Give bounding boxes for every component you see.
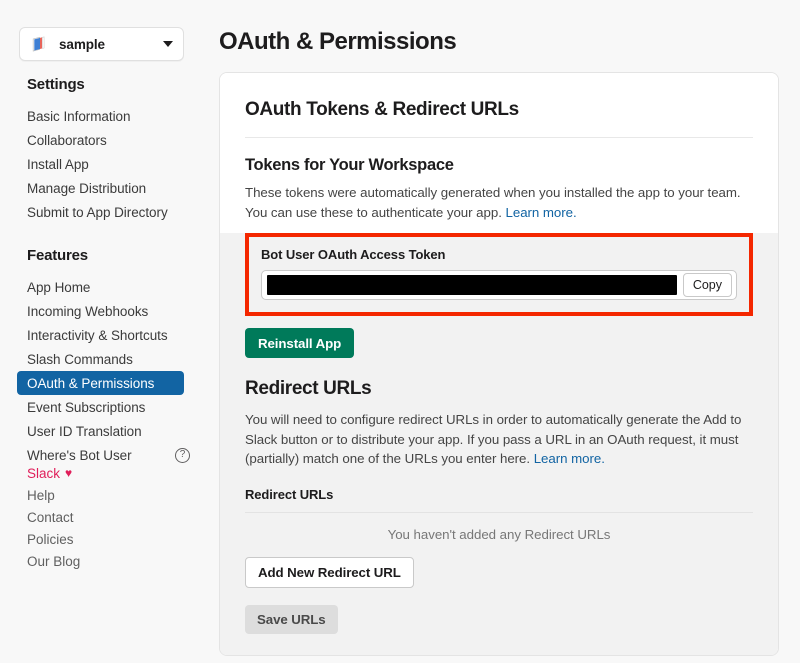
- bot-token-field-row: Copy: [261, 270, 737, 300]
- card-title: OAuth Tokens & Redirect URLs: [245, 99, 519, 120]
- sidebar-item-user-id-translation[interactable]: User ID Translation: [0, 419, 200, 443]
- footer-link-policies[interactable]: Policies: [0, 528, 200, 550]
- redirect-learn-more-link[interactable]: Learn more.: [534, 451, 605, 466]
- sidebar-group-features: App Home Incoming Webhooks Interactivity…: [0, 275, 200, 467]
- sidebar: sample Settings Basic Information Collab…: [0, 0, 200, 663]
- card-upper-section: OAuth Tokens & Redirect URLs Tokens for …: [220, 73, 778, 222]
- tokens-description-line2: You can use these to authenticate your a…: [245, 204, 506, 220]
- question-mark-circle-icon[interactable]: ?: [175, 447, 190, 463]
- sidebar-heading-settings: Settings: [27, 76, 85, 93]
- sidebar-item-label: Submit to App Directory: [27, 204, 168, 220]
- sidebar-item-slash-commands[interactable]: Slash Commands: [0, 347, 200, 371]
- sidebar-item-label: User ID Translation: [27, 423, 142, 439]
- save-urls-row: Save URLs: [245, 604, 753, 634]
- redirect-description-text: You will need to configure redirect URLs…: [245, 412, 742, 466]
- tokens-heading: Tokens for Your Workspace: [245, 156, 454, 174]
- footer-link-contact[interactable]: Contact: [0, 506, 200, 528]
- sidebar-item-event-subscriptions[interactable]: Event Subscriptions: [0, 395, 200, 419]
- sidebar-item-install-app[interactable]: Install App: [0, 152, 200, 176]
- sidebar-footer: Slack ♥ Help Contact Policies Our Blog: [0, 462, 200, 572]
- redirect-urls-description: You will need to configure redirect URLs…: [245, 410, 753, 469]
- sidebar-group-settings: Basic Information Collaborators Install …: [0, 104, 200, 224]
- page-title: OAuth & Permissions: [219, 28, 457, 55]
- footer-link-help[interactable]: Help: [0, 484, 200, 506]
- copy-token-button[interactable]: Copy: [682, 273, 732, 297]
- sidebar-heading-features: Features: [27, 247, 88, 264]
- footer-link-label: Contact: [27, 509, 74, 525]
- sidebar-item-label: Slash Commands: [27, 351, 133, 367]
- sidebar-item-oauth-permissions[interactable]: OAuth & Permissions: [17, 371, 184, 395]
- redirect-urls-heading: Redirect URLs: [245, 378, 372, 399]
- save-urls-button[interactable]: Save URLs: [245, 604, 338, 634]
- workspace-name: sample: [59, 36, 105, 52]
- add-new-redirect-url-button[interactable]: Add New Redirect URL: [245, 556, 414, 588]
- sidebar-item-label: Collaborators: [27, 132, 107, 148]
- sidebar-item-collaborators[interactable]: Collaborators: [0, 128, 200, 152]
- card-lower-section: Bot User OAuth Access Token Copy Reinsta…: [220, 233, 778, 655]
- sidebar-item-label: OAuth & Permissions: [27, 375, 155, 391]
- footer-link-label: Policies: [27, 531, 74, 547]
- sidebar-item-label: Event Subscriptions: [27, 399, 146, 415]
- sidebar-item-interactivity-shortcuts[interactable]: Interactivity & Shortcuts: [0, 323, 200, 347]
- footer-link-label: Help: [27, 487, 55, 503]
- add-redirect-url-row: Add New Redirect URL: [245, 556, 753, 588]
- sidebar-item-label: Where's Bot User: [27, 447, 132, 463]
- bot-token-label: Bot User OAuth Access Token: [261, 247, 446, 262]
- oauth-card: OAuth Tokens & Redirect URLs Tokens for …: [219, 72, 779, 656]
- sidebar-item-label: Manage Distribution: [27, 180, 147, 196]
- app-root: sample Settings Basic Information Collab…: [0, 0, 800, 663]
- bot-token-input[interactable]: [267, 275, 677, 295]
- token-highlight-box: Bot User OAuth Access Token Copy: [245, 233, 753, 316]
- sidebar-item-label: Incoming Webhooks: [27, 303, 149, 319]
- sidebar-item-app-home[interactable]: App Home: [0, 275, 200, 299]
- footer-link-label: Our Blog: [27, 553, 81, 569]
- heart-icon: ♥: [65, 466, 73, 480]
- workspace-selector[interactable]: sample: [19, 27, 184, 61]
- chevron-down-icon: [163, 41, 173, 47]
- sidebar-item-label: Interactivity & Shortcuts: [27, 327, 168, 343]
- sidebar-item-manage-distribution[interactable]: Manage Distribution: [0, 176, 200, 200]
- tokens-description: These tokens were automatically generate…: [245, 183, 753, 222]
- sidebar-item-basic-information[interactable]: Basic Information: [0, 104, 200, 128]
- footer-link-our-blog[interactable]: Our Blog: [0, 550, 200, 572]
- footer-link-slack[interactable]: Slack ♥: [0, 462, 200, 484]
- app-stack-icon: [31, 35, 49, 53]
- sidebar-item-submit-to-app-directory[interactable]: Submit to App Directory: [0, 200, 200, 224]
- sidebar-item-label: Install App: [27, 156, 89, 172]
- tokens-learn-more-link[interactable]: Learn more.: [506, 205, 577, 220]
- tokens-description-line1: These tokens were automatically generate…: [245, 185, 741, 200]
- sidebar-item-incoming-webhooks[interactable]: Incoming Webhooks: [0, 299, 200, 323]
- sidebar-item-label: Basic Information: [27, 108, 131, 124]
- footer-link-label: Slack: [27, 465, 61, 481]
- sidebar-item-label: App Home: [27, 279, 91, 295]
- redirect-urls-subheading: Redirect URLs: [245, 486, 334, 502]
- reinstall-app-button[interactable]: Reinstall App: [245, 328, 355, 358]
- card-title-divider: [245, 137, 753, 138]
- main-content: OAuth & Permissions OAuth Tokens & Redir…: [200, 0, 800, 663]
- redirect-urls-empty-message: You haven't added any Redirect URLs: [387, 526, 611, 542]
